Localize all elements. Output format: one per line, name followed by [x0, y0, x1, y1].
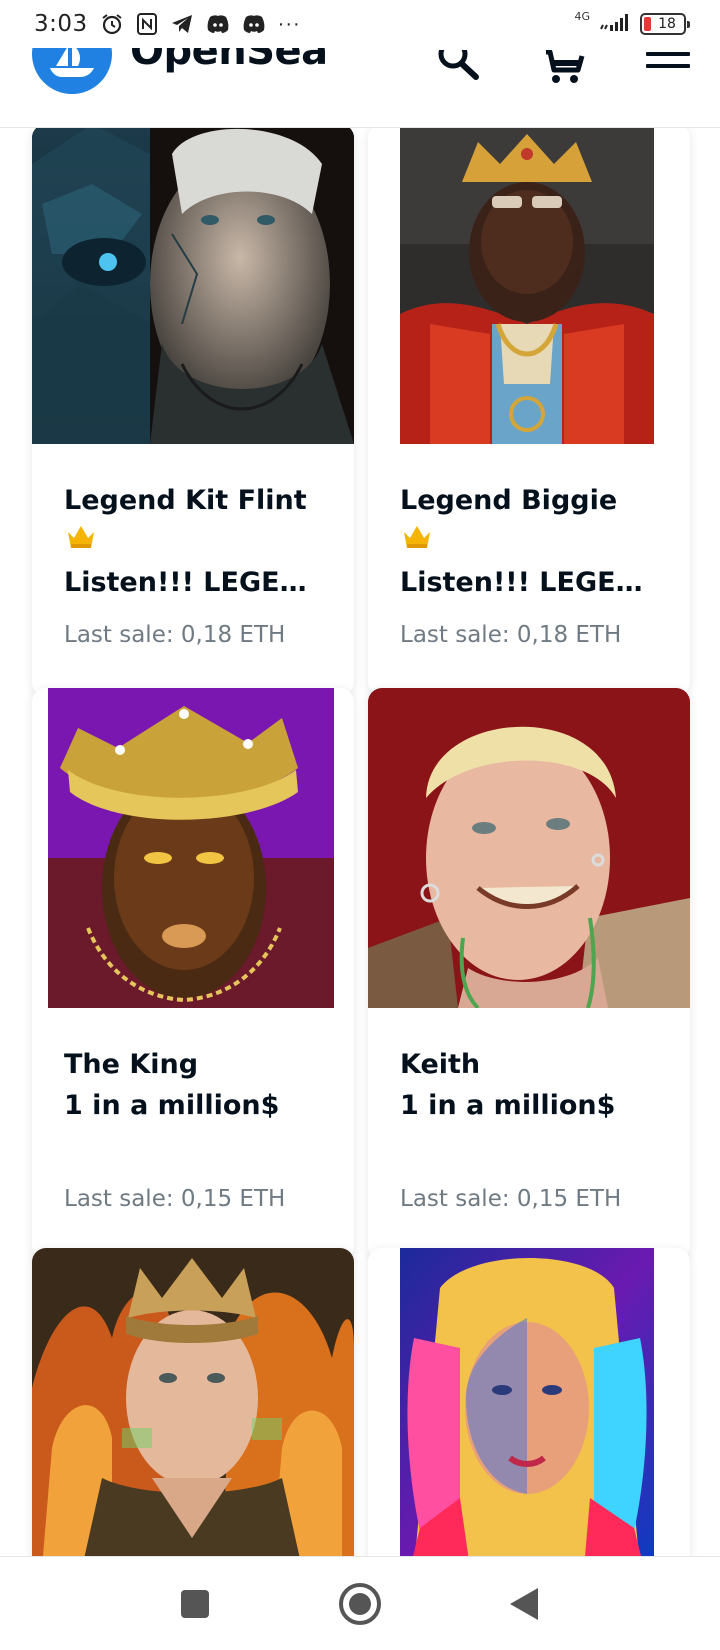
nft-image[interactable] [48, 688, 334, 1008]
last-sale-price: 0,18 ETH [180, 622, 286, 648]
nft-title-line1: Legend Biggie [400, 485, 618, 516]
last-sale: Last sale: 0,15 ETH [64, 1186, 285, 1212]
menu-button[interactable] [638, 48, 698, 88]
app-header: OpenSea [0, 48, 720, 128]
nfc-icon [136, 12, 158, 36]
cart-button[interactable] [534, 48, 594, 88]
nft-card[interactable]: Legend Kit Flint Listen!!! LEGE… Last sa… [32, 128, 354, 696]
last-sale: Last sale: 0,18 ETH [64, 622, 285, 648]
back-button[interactable] [498, 1579, 548, 1629]
discord-icon [206, 14, 230, 34]
last-sale: Last sale: 0,15 ETH [400, 1186, 621, 1212]
recents-button[interactable] [170, 1579, 220, 1629]
cart-icon [546, 50, 585, 83]
nft-title[interactable]: Keith 1 in a million$ [400, 1044, 674, 1126]
alarm-icon [100, 12, 124, 36]
nft-title-line1: Legend Kit Flint [64, 485, 307, 516]
nft-title-line2: 1 in a million$ [64, 1090, 280, 1121]
signal-icon [598, 11, 632, 38]
nft-card[interactable]: Keith 1 in a million$ Last sale: 0,15 ET… [368, 688, 690, 1260]
battery-level: 18 [658, 16, 676, 32]
nft-image[interactable] [368, 688, 690, 1008]
home-button[interactable] [335, 1579, 385, 1629]
last-sale-label: Last sale: [64, 1186, 174, 1212]
home-circle-icon [339, 1583, 381, 1625]
last-sale-price: 0,15 ETH [516, 1186, 622, 1212]
last-sale: Last sale: 0,18 ETH [400, 622, 621, 648]
nft-card[interactable]: The King 1 in a million$ Last sale: 0,15… [32, 688, 354, 1260]
nft-card[interactable] [368, 1248, 690, 1556]
nft-title[interactable]: Legend Biggie Listen!!! LEGE… [400, 480, 674, 603]
search-icon [438, 50, 479, 80]
nft-grid: Legend Kit Flint Listen!!! LEGE… Last sa… [0, 128, 720, 1556]
status-bar: 3:03 ··· 4G 18 [0, 0, 720, 48]
telegram-icon [170, 13, 194, 35]
search-button[interactable] [430, 48, 490, 88]
opensea-logo-text[interactable]: OpenSea [130, 48, 328, 74]
nft-card[interactable]: Legend Biggie Listen!!! LEGE… Last sale:… [368, 128, 690, 696]
nft-image[interactable] [400, 128, 654, 444]
last-sale-price: 0,15 ETH [180, 1186, 286, 1212]
nft-title-line2: 1 in a million$ [400, 1090, 616, 1121]
discord-icon [242, 14, 266, 34]
nft-image[interactable] [32, 1248, 354, 1556]
nft-image[interactable] [32, 128, 354, 444]
menu-icon [646, 52, 690, 68]
battery-icon: 18 [640, 13, 690, 35]
crown-icon [402, 521, 674, 562]
last-sale-price: 0,18 ETH [516, 622, 622, 648]
status-system-icons: 4G 18 [574, 9, 690, 38]
more-notifications-icon: ··· [277, 12, 301, 35]
last-sale-label: Last sale: [400, 1186, 510, 1212]
last-sale-label: Last sale: [400, 622, 510, 648]
nft-image[interactable] [400, 1248, 654, 1556]
last-sale-label: Last sale: [64, 622, 174, 648]
nft-title[interactable]: Legend Kit Flint Listen!!! LEGE… [64, 480, 338, 603]
battery-level-fill [644, 17, 651, 31]
opensea-logo-icon[interactable] [32, 48, 112, 94]
nft-title-line2: Listen!!! LEGE… [64, 567, 307, 598]
status-notification-icons: ··· [100, 12, 301, 36]
nft-title[interactable]: The King 1 in a million$ [64, 1044, 338, 1126]
crown-icon [66, 521, 338, 562]
system-navigation-bar [0, 1556, 720, 1650]
nft-title-line2: Listen!!! LEGE… [400, 567, 643, 598]
recents-square-icon [181, 1590, 209, 1618]
nft-card[interactable] [32, 1248, 354, 1556]
network-type: 4G [574, 9, 590, 23]
status-time: 3:03 [34, 11, 88, 37]
nft-title-line1: Keith [400, 1049, 481, 1080]
nft-title-line1: The King [64, 1049, 199, 1080]
back-triangle-icon [510, 1588, 538, 1620]
